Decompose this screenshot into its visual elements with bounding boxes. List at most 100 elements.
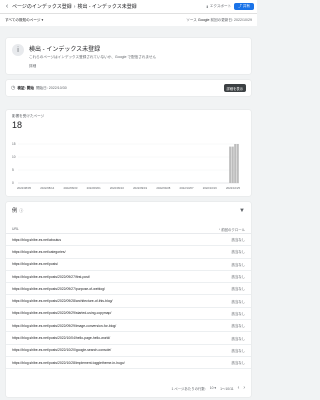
rows-per-page-value: 10 (209, 386, 214, 390)
source-label: ソース (186, 17, 197, 22)
x-tick-label: 2022/08/14 (40, 186, 54, 190)
sort-arrow-icon: ↓ (218, 227, 221, 231)
chart-bar[interactable] (231, 146, 234, 183)
table-body: https://blog.shibe-es.net/aboutus 該当なし htt… (6, 234, 251, 370)
table-row[interactable]: https://blog.shibe-es.net/posts/該当なし (6, 259, 251, 271)
row-url: https://blog.shibe-es.net/categories/ (12, 249, 66, 254)
row-status: 該当なし (231, 324, 245, 329)
examples-title-text: 例 (12, 208, 18, 214)
x-tick-label: 2022/09/01 (87, 186, 101, 190)
row-url: https://blog.shibe-es.net/posts/2022/09/… (12, 299, 113, 304)
table-row[interactable]: https://blog.shibe-es.net/posts/2022/10/… (6, 332, 251, 345)
table-row[interactable]: https://blog.shibe-es.net/posts/2022/09/… (6, 271, 251, 284)
row-status: 該当なし (231, 250, 245, 255)
table-row[interactable]: https://blog.shibe-es.net/categories/該当な… (6, 246, 251, 259)
issue-description: これらのページはインデックス登録されていないか、Google で配信されません (29, 55, 157, 59)
table-row[interactable]: https://blog.shibe-es.net/posts/2022/09/… (6, 308, 251, 321)
chart-card: 0 5 10 15 2022/08/05 2022/08/14 2022/08/23 202… (6, 110, 251, 196)
row-url: https://blog.shibe-es.net/posts/2022/10/… (12, 360, 125, 365)
col-url: URL (12, 227, 19, 231)
col-last-crawled[interactable]: ↓ 前回のクロール (219, 227, 245, 232)
row-status: 該当なし (231, 361, 245, 366)
chart-title: 影響を受けたページ (12, 114, 45, 118)
breadcrumb-current: 検出 - インデックス未登録 (77, 4, 137, 10)
chart-bar[interactable] (229, 146, 232, 183)
col-last-crawled-label: 前回のクロール (221, 227, 245, 232)
x-tick-label: 2022/09/10 (110, 186, 124, 190)
row-url: https://blog.shibe-es.net/posts/2022/09/… (12, 274, 90, 279)
y-tick-label: 15 (12, 142, 16, 146)
affected-count: 18 (12, 120, 23, 130)
source-info: ソース Google 前回の更新日: 2022/10/29 (186, 18, 252, 23)
row-status: 該当なし (231, 262, 245, 267)
help-icon[interactable]: ⓘ (19, 208, 23, 214)
table-row[interactable]: https://blog.shibe-es.net/posts/2022/10/… (6, 345, 251, 357)
page-filter-label: すべての既知のページ (5, 17, 41, 22)
info-circle-icon: i (12, 44, 24, 56)
x-tick-label: 2022/09/28 (156, 186, 170, 190)
share-button[interactable]: ⤴ 共有 (234, 3, 254, 10)
see-details-button[interactable]: 詳細を表示 (223, 84, 246, 92)
row-status: 該当なし (231, 299, 245, 304)
y-tick-label: 10 (12, 155, 16, 159)
y-tick-label: 0 (12, 181, 14, 185)
row-status: 該当なし (231, 311, 245, 316)
issue-title: 検出 - インデックス未登録 (29, 47, 101, 53)
validation-date: 開始日: 2022/10/30 (35, 85, 67, 90)
chevron-down-icon: ▾ (41, 18, 44, 22)
row-url: https://blog.shibe-es.net/aboutus (12, 237, 62, 242)
clock-icon: ◷ (11, 85, 16, 91)
x-tick-label: 2022/09/19 (133, 186, 147, 190)
row-status: 該当なし (231, 275, 245, 280)
x-tick-label: 2022/08/23 (63, 186, 77, 190)
examples-table-card: 例 ⓘ ▼ URL ↓ 前回のクロール https://blog.shibe-e… (6, 202, 251, 397)
page-range: 1～10/11 (220, 386, 234, 391)
row-url: https://blog.shibe-es.net/posts/2022/10/… (12, 336, 111, 341)
breadcrumb-separator-icon: › (73, 3, 76, 10)
row-url: https://blog.shibe-es.net/posts/2022/09/… (12, 286, 105, 291)
issue-card: i 検出 - インデックス未登録 これらのページはインデックス登録されていないか… (6, 38, 251, 74)
page-filter-dropdown[interactable]: すべての既知のページ ▾ (5, 18, 43, 23)
chart-bar[interactable] (234, 144, 237, 183)
pagination: 1 ページあたりの行数: 10 ▾ 1～10/11 ‹ › (171, 385, 245, 391)
x-tick-label: 2022/08/05 (17, 186, 31, 190)
row-status: 該当なし (231, 287, 245, 292)
top-bar: ‹ ページのインデックス登録 › 検出 - インデックス未登録 ⬇ エクスポート… (0, 0, 257, 13)
breadcrumb-parent[interactable]: ページのインデックス登録 (12, 3, 72, 10)
share-icon: ⤴ (238, 4, 242, 8)
rows-per-page-select[interactable]: 10 ▾ (210, 386, 216, 390)
learn-more-link[interactable]: 詳細 (29, 64, 156, 69)
row-url: https://blog.shibe-es.net/posts/2022/09/… (12, 311, 112, 316)
x-tick-label: 2022/10/07 (180, 186, 194, 190)
share-label: 共有 (242, 4, 250, 8)
table-row[interactable]: https://blog.shibe-es.net/posts/2022/09/… (6, 283, 251, 296)
row-status: 該当なし (231, 348, 245, 353)
table-row[interactable]: https://blog.shibe-es.net/posts/2022/09/… (6, 295, 251, 308)
back-arrow-icon[interactable]: ‹ (3, 3, 11, 11)
prev-page-icon[interactable]: ‹ (238, 385, 240, 391)
row-status: 該当なし (231, 238, 245, 243)
updated-date: 前回の更新日: 2022/10/29 (210, 17, 252, 22)
x-tick-label: 2022/10/16 (203, 186, 217, 190)
export-button[interactable]: ⬇ エクスポート (206, 4, 231, 9)
table-row[interactable]: https://blog.shibe-es.net/aboutus 該当なし (6, 234, 251, 247)
table-row[interactable]: https://blog.shibe-es.net/posts/2022/10/… (6, 357, 251, 370)
row-url: https://blog.shibe-es.net/posts/ (12, 262, 58, 267)
column-header-row: URL ↓ 前回のクロール (6, 225, 251, 234)
rows-per-page-label: 1 ページあたりの行数: (171, 386, 206, 391)
row-status: 該当なし (231, 336, 245, 341)
validation-card: ◷ 検証: 開始 開始日: 2022/10/30 詳細を表示 (6, 80, 251, 96)
header-actions: ⬇ エクスポート ⤴ 共有 (206, 3, 254, 10)
chart-bar[interactable] (236, 144, 239, 183)
download-icon: ⬇ (205, 4, 209, 9)
source-value: Google (197, 17, 210, 22)
filter-icon[interactable]: ▼ (239, 208, 245, 214)
filter-bar: すべての既知のページ ▾ ソース Google 前回の更新日: 2022/10/… (0, 13, 257, 26)
row-url: https://blog.shibe-es.net/posts/2022/09/… (12, 323, 117, 328)
table-header: 例 ⓘ ▼ (6, 202, 251, 219)
next-page-icon[interactable]: › (243, 385, 245, 391)
y-tick-label: 5 (12, 168, 14, 172)
table-row[interactable]: https://blog.shibe-es.net/posts/2022/09/… (6, 320, 251, 333)
validation-status: 検証: 開始 (17, 85, 34, 90)
row-url: https://blog.shibe-es.net/posts/2022/10/… (12, 348, 112, 353)
